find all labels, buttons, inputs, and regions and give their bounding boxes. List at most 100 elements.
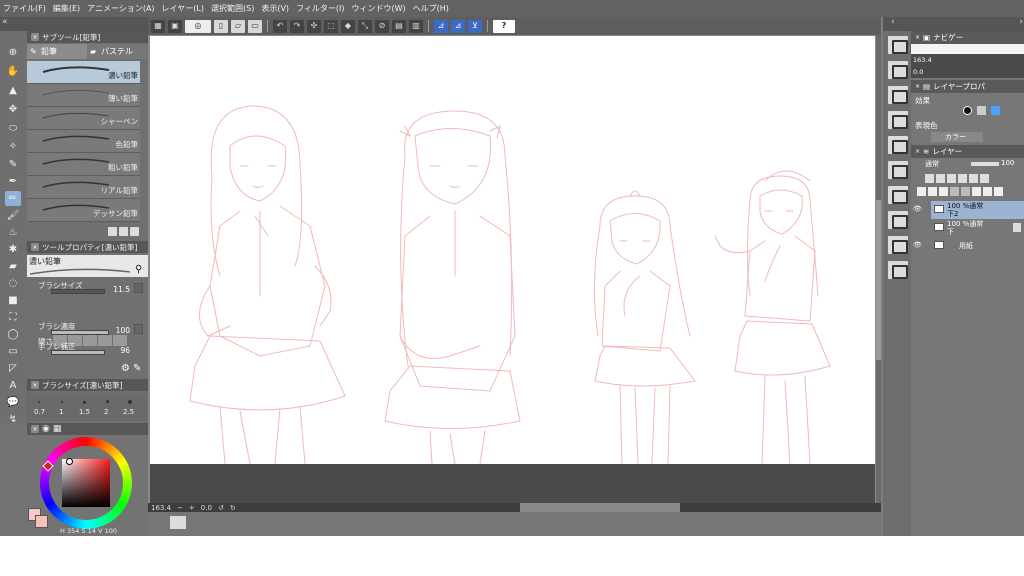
border-effect-icon[interactable] [963,106,972,115]
menu-filter[interactable]: フィルター(I) [296,3,344,14]
hand-tool-icon[interactable]: ✋ [5,64,21,79]
magnify-icon[interactable]: ⚲ [135,264,142,275]
brush-size-spinner[interactable] [134,283,143,293]
sub-view-icon[interactable] [888,61,908,79]
size-dot[interactable] [38,401,40,403]
move-layer-tool-icon[interactable]: ✥ [5,102,21,117]
auto-select-tool-icon[interactable]: ✧ [5,139,21,154]
delete-sub-tool-icon[interactable] [130,227,139,236]
color-wheel-tab-icon[interactable]: ◉ [42,424,50,434]
size-dot[interactable] [106,400,109,403]
brush-tool-icon[interactable]: 🖌 [5,208,21,223]
delete-layer-icon[interactable] [994,187,1003,196]
balloon-tool-icon[interactable]: 💬 [5,395,21,410]
tab-pencil[interactable]: ✎ 鉛筆 [27,44,87,59]
clip-layer-icon[interactable] [925,174,934,183]
collapse-left-icon[interactable]: « [2,17,8,27]
brush-item[interactable]: 濃い鉛筆 [27,61,140,84]
save-icon[interactable]: ▭ [248,19,262,33]
ruler-tool-icon[interactable]: ◸ [5,361,21,376]
lock-icon[interactable] [1013,223,1021,232]
lock-layer-icon[interactable] [958,174,967,183]
text-tool-icon[interactable]: A [5,378,21,393]
new-file-icon[interactable]: ▯ [214,19,228,33]
brush-item[interactable]: 粗い鉛筆 [27,153,140,176]
select-all-icon[interactable]: ⬚ [324,19,338,33]
search-layer-icon[interactable] [888,161,908,179]
blend-mode-select[interactable]: 通常 [925,159,939,169]
close-icon[interactable]: × [31,243,39,251]
selection-tool-icon[interactable]: ⬭ [5,121,21,136]
pencil-tool-icon[interactable]: ✏ [5,191,21,206]
expand-right-icon[interactable]: › [1019,17,1023,27]
close-icon[interactable]: × [31,425,39,433]
open-file-icon[interactable]: ▱ [231,19,245,33]
3d-material-icon[interactable] [888,236,908,254]
brush-size-row[interactable]: ブラシサイズ 11.5 [36,280,146,298]
rotation-readout[interactable]: 0.0 [201,504,212,512]
vertical-scroll-thumb[interactable] [876,200,881,360]
close-icon[interactable]: × [915,34,920,41]
brush-density-slider[interactable] [51,330,109,335]
fill-icon[interactable]: ◆ [341,19,355,33]
menu-animation[interactable]: アニメーション(A) [87,3,154,14]
brush-density-spinner[interactable] [134,324,143,334]
view-mode-icon[interactable]: ▣ [168,19,182,33]
airbrush-tool-icon[interactable]: ♨ [5,225,21,240]
filmstrip-icon[interactable] [170,516,186,529]
size-dot[interactable] [128,400,132,404]
close-icon[interactable]: × [915,83,920,90]
visibility-eye-icon[interactable]: 👁 [913,205,923,213]
zoom-tool-icon[interactable]: ⊕ [5,45,21,60]
layer-row[interactable]: 用紙 [931,237,1024,255]
eraser-tool-icon[interactable]: ▰ [5,259,21,274]
blend-tool-icon[interactable]: ◌ [5,276,21,291]
layer-row[interactable]: 100 %通常下 [931,219,1024,237]
mask-icon[interactable] [980,174,989,183]
brush-item[interactable]: デッサン鉛筆 [27,199,140,222]
saturation-value-square[interactable] [62,459,110,507]
scale-icon[interactable]: ⤡ [358,19,372,33]
lock-transparency-icon[interactable] [969,174,978,183]
new-vector-layer-icon[interactable] [928,187,937,196]
tone-effect-icon[interactable] [977,106,986,115]
image-material-icon[interactable] [888,186,908,204]
draft-layer-icon[interactable] [947,174,956,183]
rotate-right-icon[interactable]: ↻ [230,504,236,512]
history-icon[interactable] [888,136,908,154]
menu-layer[interactable]: レイヤー(L) [162,3,204,14]
zoom-readout[interactable]: 163.4 [151,504,171,512]
transform-icon[interactable]: ✣ [307,19,321,33]
new-folder-icon[interactable] [939,187,948,196]
color-slider-tab-icon[interactable]: ▦ [53,424,62,434]
mask-layer-icon[interactable] [972,187,981,196]
menu-view[interactable]: 表示(V) [261,3,289,14]
size-dot[interactable] [61,401,63,403]
operation-tool-icon[interactable]: ▲ [5,83,21,98]
brush-density-row[interactable]: ブラシ濃度 100 [36,321,146,339]
gradient-tool-icon[interactable]: ■ [5,293,21,308]
new-raster-layer-icon[interactable] [917,187,926,196]
rotate-left-icon[interactable]: ↺ [218,504,224,512]
help-icon[interactable]: ? [493,19,515,33]
drawing-canvas[interactable] [150,36,875,464]
copy-sub-tool-icon[interactable] [119,227,128,236]
stabilization-slider[interactable] [51,350,105,355]
close-icon[interactable]: × [31,33,39,41]
snap-ruler-icon[interactable]: ⊿ [434,19,448,33]
tool-settings-icon[interactable]: ✎ [133,363,141,374]
stabilization-row[interactable]: 手ブレ補正 96 [36,341,146,359]
navigator-icon[interactable] [888,36,908,54]
frame-tool-icon[interactable]: ▭ [5,344,21,359]
sv-marker[interactable] [66,458,73,465]
layer-color-icon[interactable] [991,106,1000,115]
transfer-down-icon[interactable] [950,187,959,196]
menu-edit[interactable]: 編集(E) [53,3,80,14]
sub-color-swatch[interactable] [35,515,48,528]
snap-grid-icon[interactable]: ⊻ [468,19,482,33]
undo-icon[interactable]: ↶ [273,19,287,33]
menu-file[interactable]: ファイル(F) [3,3,46,14]
horizontal-scroll-thumb[interactable] [520,503,680,512]
eyedropper-tool-icon[interactable]: ✎ [5,157,21,172]
brush-item[interactable]: リアル鉛筆 [27,176,140,199]
